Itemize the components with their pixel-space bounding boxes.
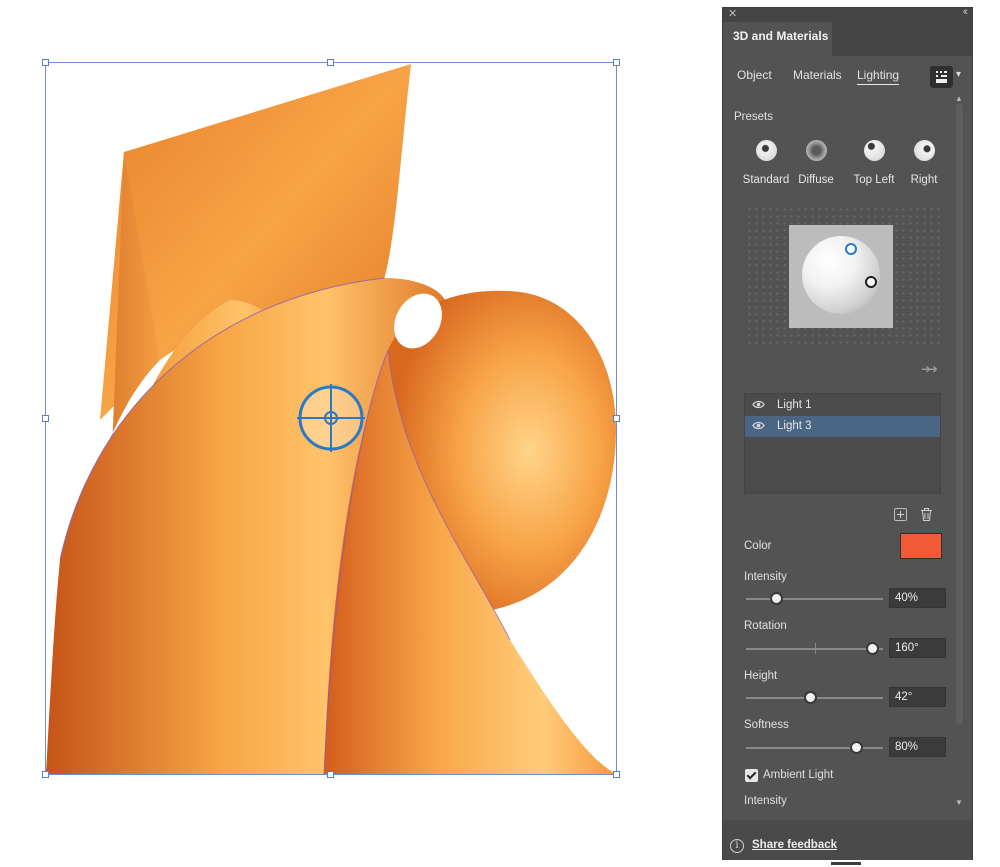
preset-label: Diffuse <box>798 174 834 186</box>
height-slider-thumb[interactable] <box>804 691 818 704</box>
light-position-widget[interactable] <box>746 206 942 348</box>
intensity-label: Intensity <box>744 571 787 583</box>
intensity-field[interactable]: 40% <box>889 588 946 608</box>
preset-top-left-icon <box>863 140 885 161</box>
scroll-down-icon[interactable]: ▼ <box>955 798 963 807</box>
add-light-icon[interactable] <box>894 508 907 521</box>
height-field[interactable]: 42° <box>889 687 946 707</box>
ambient-intensity-label: Intensity <box>744 795 787 807</box>
rotation-field[interactable]: 160° <box>889 638 946 658</box>
tab-object[interactable]: Object <box>737 68 772 82</box>
collapse-panel-icon[interactable]: ‹‹ <box>963 6 969 18</box>
delete-light-icon[interactable] <box>920 508 933 521</box>
light-handle-selected[interactable] <box>845 243 857 255</box>
render-settings-icon <box>936 71 947 83</box>
softness-slider-thumb[interactable] <box>849 741 863 754</box>
eye-icon[interactable] <box>752 400 765 409</box>
rotation-label: Rotation <box>744 620 787 632</box>
light-color-swatch[interactable] <box>900 533 942 559</box>
softness-field[interactable]: 80% <box>889 737 946 757</box>
preset-right[interactable]: Right <box>894 140 954 186</box>
slider-center-tick <box>815 643 816 654</box>
preset-standard-icon <box>755 140 777 161</box>
close-icon[interactable]: ✕ <box>728 7 737 20</box>
ambient-light-label: Ambient Light <box>763 769 834 781</box>
tab-materials[interactable]: Materials <box>793 68 842 82</box>
light-preview <box>789 225 893 328</box>
info-icon: i <box>730 839 744 853</box>
color-label: Color <box>744 540 772 552</box>
height-slider[interactable] <box>746 691 883 704</box>
rotation-slider-thumb[interactable] <box>866 642 880 655</box>
panel-title-tab[interactable]: 3D and Materials <box>723 22 832 56</box>
intensity-slider[interactable] <box>746 592 883 605</box>
ambient-light-checkbox[interactable] <box>745 769 758 782</box>
3d-object-artwork[interactable] <box>0 0 715 867</box>
preview-sphere <box>802 236 880 314</box>
light-label: Light 1 <box>777 399 812 411</box>
light-handle[interactable] <box>865 276 877 288</box>
chevron-down-icon[interactable]: ▾ <box>956 69 961 80</box>
height-label: Height <box>744 670 778 682</box>
move-light-to-back-icon[interactable]: ➜➜ <box>921 362 938 376</box>
scroll-up-icon[interactable]: ▲ <box>955 94 963 103</box>
light-row-1[interactable]: Light 1 <box>745 395 940 416</box>
artboard-canvas[interactable] <box>0 0 715 867</box>
render-settings-button[interactable] <box>930 66 953 88</box>
softness-slider[interactable] <box>746 741 883 754</box>
panel-topbar: ✕ ‹‹ <box>723 6 972 22</box>
tab-lighting[interactable]: Lighting <box>857 68 900 85</box>
panel-scrollbar[interactable] <box>956 104 963 724</box>
3d-materials-panel: ✕ ‹‹ 3D and Materials Object Materials L… <box>722 6 973 865</box>
presets-label: Presets <box>734 111 773 123</box>
softness-label: Softness <box>744 719 789 731</box>
preset-diffuse[interactable]: Diffuse <box>786 140 846 186</box>
preset-right-icon <box>913 140 935 161</box>
intensity-slider-thumb[interactable] <box>770 592 784 605</box>
preset-diffuse-icon <box>805 140 827 161</box>
light-label: Light 3 <box>777 420 812 432</box>
lights-list: Light 1 Light 3 <box>744 393 941 494</box>
rotation-slider[interactable] <box>746 642 883 655</box>
eye-icon[interactable] <box>752 421 765 430</box>
panel-resize-grip[interactable] <box>831 862 861 865</box>
light-row-3[interactable]: Light 3 <box>745 416 940 437</box>
share-feedback-link[interactable]: Share feedback <box>752 839 837 851</box>
preset-label: Right <box>910 174 938 186</box>
feedback-bar: i Share feedback <box>723 820 972 865</box>
